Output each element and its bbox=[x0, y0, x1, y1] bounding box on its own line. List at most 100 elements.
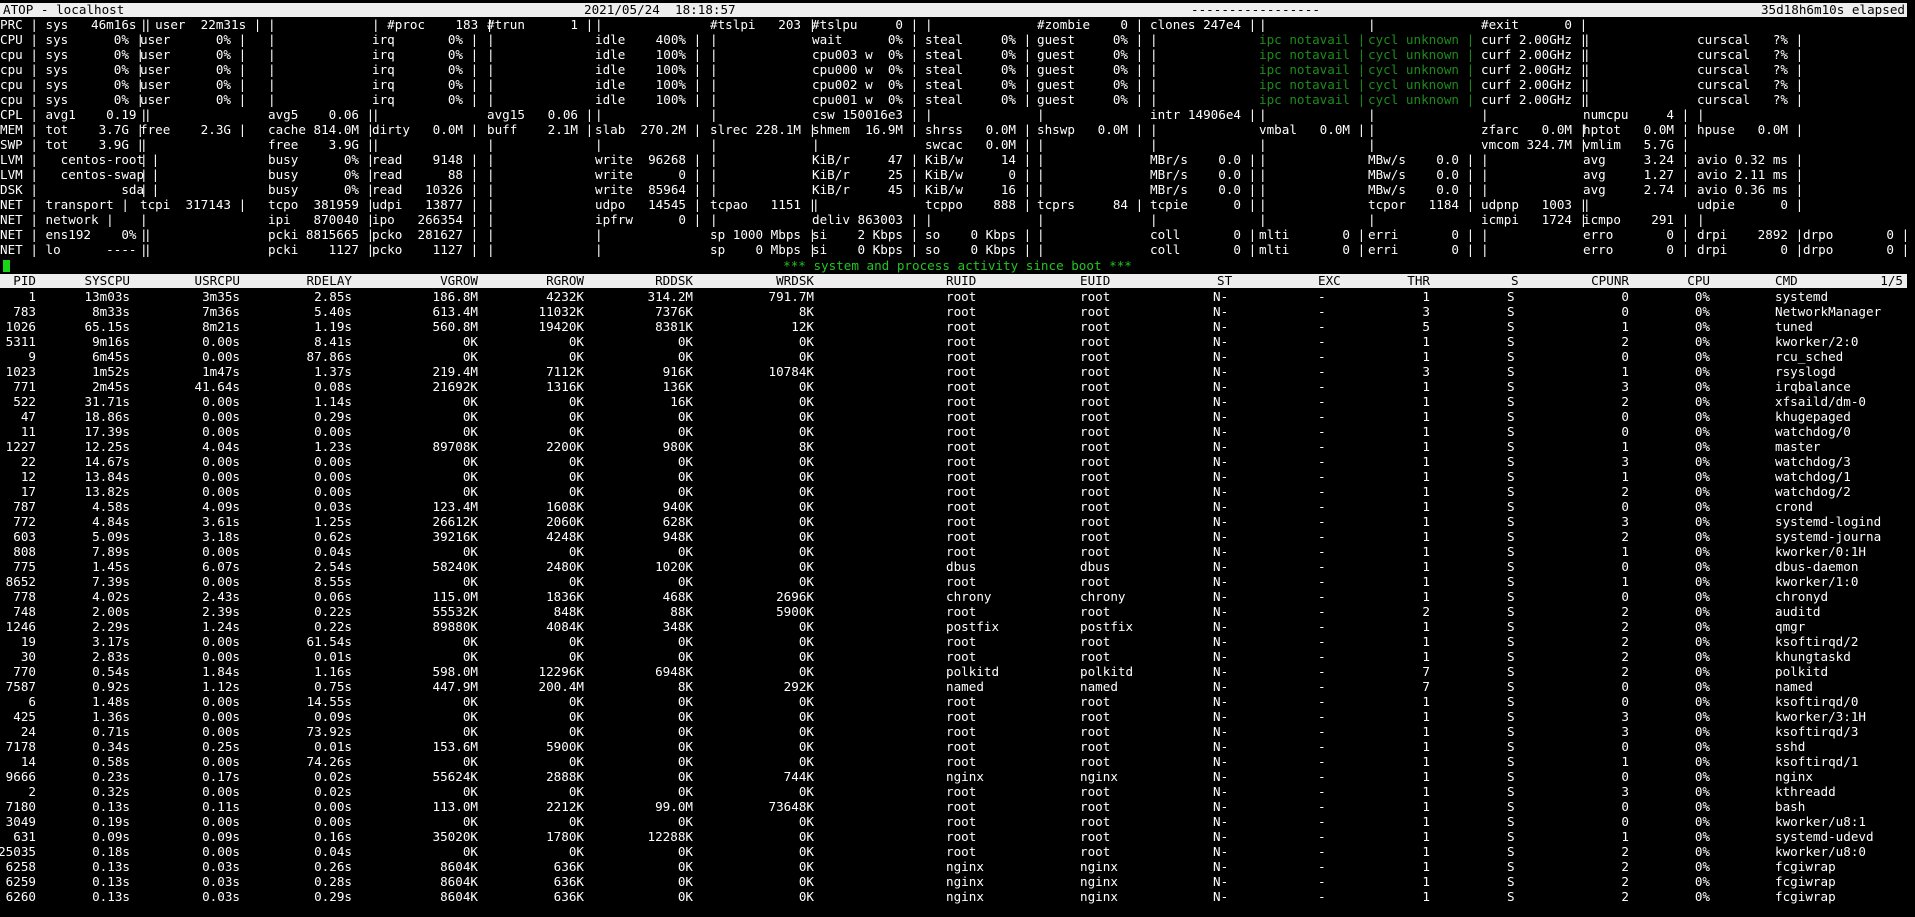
cell-ruid: nginx bbox=[946, 874, 984, 889]
cell-wrdsk: 0K bbox=[798, 574, 814, 589]
cell-rgrow: 636K bbox=[553, 859, 584, 874]
stat-row: cpu | sys 0% | user 0% | | irq 0% | | idle 10… bbox=[0, 77, 1915, 92]
cell-rddsk: 0K bbox=[677, 484, 693, 499]
cell-ruid: root bbox=[946, 754, 977, 769]
cell-euid: chrony bbox=[1080, 589, 1126, 604]
stat-cell: | bbox=[1259, 212, 1267, 227]
cell-euid: root bbox=[1080, 799, 1111, 814]
cell-cpu: 0% bbox=[1694, 829, 1710, 844]
stat-cell: guest 0% | bbox=[1037, 62, 1144, 77]
stat-cell: ipc notavail | bbox=[1259, 92, 1366, 107]
cell-rdelay: 0.29s bbox=[314, 889, 352, 904]
cell-euid: nginx bbox=[1080, 874, 1118, 889]
cell-wrdsk: 0K bbox=[798, 334, 814, 349]
cell-ruid: root bbox=[946, 724, 977, 739]
stat-cell: | bbox=[140, 167, 148, 182]
cell-euid: root bbox=[1080, 514, 1111, 529]
stat-cell: | bbox=[487, 197, 495, 212]
table-row: 5311 9m16s 0.00s 8.41s 0K 0K 0K 0K root root N- -1 S… bbox=[0, 334, 1915, 349]
cell-cpu: 0% bbox=[1694, 529, 1710, 544]
cell-st: N- bbox=[1213, 409, 1229, 424]
cell-wrdsk: 0K bbox=[798, 379, 814, 394]
stat-cell: | bbox=[1150, 122, 1158, 137]
table-row: 9 6m45s 0.00s 87.86s 0K 0K 0K 0K root root N- -1 S 0 0… bbox=[0, 349, 1915, 364]
cell-syscpu: 7.89s bbox=[92, 544, 130, 559]
cell-wrdsk: 0K bbox=[798, 634, 814, 649]
elapsed-time: 35d18h6m10s elapsed bbox=[1760, 2, 1905, 17]
cell-cmd: qmgr bbox=[1775, 619, 1806, 634]
cell-rgrow: 1316K bbox=[546, 379, 584, 394]
cell-st: N- bbox=[1213, 484, 1229, 499]
cell-vgrow: 186.8M bbox=[432, 289, 479, 304]
cell-ruid: root bbox=[946, 634, 977, 649]
cell-st: N- bbox=[1213, 604, 1229, 619]
stat-cell: avg5 0.06 | bbox=[268, 107, 375, 122]
stat-cell: | bbox=[140, 212, 148, 227]
cell-st: N- bbox=[1213, 574, 1229, 589]
stat-cell: | bbox=[487, 77, 495, 92]
cell-syscpu: 1m52s bbox=[92, 364, 130, 379]
stat-cell: icmpi 1724 | bbox=[1481, 212, 1588, 227]
cell-rddsk: 940K bbox=[662, 499, 693, 514]
stat-cell: udpo 14545 | bbox=[595, 197, 702, 212]
stat-cell: | bbox=[1259, 197, 1267, 212]
cell-ruid: root bbox=[946, 739, 977, 754]
cell-rddsk: 1020K bbox=[655, 559, 693, 574]
cell-usrcpu: 0.00s bbox=[202, 724, 240, 739]
cell-rdelay: 0.06s bbox=[314, 589, 352, 604]
stat-cell: | bbox=[268, 17, 276, 32]
stat-cell: cpu | sys 0% | bbox=[0, 92, 145, 107]
stat-cell: irq 0% | bbox=[372, 92, 479, 107]
cell-wrdsk: 791.7M bbox=[768, 289, 815, 304]
cell-rdelay: 0.08s bbox=[314, 379, 352, 394]
cell-euid: root bbox=[1080, 754, 1111, 769]
cell-euid: root bbox=[1080, 634, 1111, 649]
cell-usrcpu: 0.00s bbox=[202, 484, 240, 499]
stat-cell: slab 270.2M | bbox=[595, 122, 702, 137]
stat-row: NET | ens192 0% | | pcki 8815665 | pcko 281… bbox=[0, 227, 1915, 242]
cell-cmd: watchdog/1 bbox=[1775, 469, 1851, 484]
cell-ruid: root bbox=[946, 604, 977, 619]
cell-st: N- bbox=[1213, 754, 1229, 769]
stat-cell: erri 0 | bbox=[1368, 242, 1475, 257]
cell-rdelay: 0.09s bbox=[314, 709, 352, 724]
stat-cell: avio 2.11 ms | bbox=[1697, 167, 1804, 182]
stat-cell: | bbox=[1481, 167, 1489, 182]
cell-syscpu: 0.23s bbox=[92, 769, 130, 784]
stat-cell: | bbox=[1259, 137, 1267, 152]
cell-st: N- bbox=[1213, 724, 1229, 739]
cell-rgrow: 0K bbox=[568, 574, 584, 589]
stat-cell: ipc notavail | bbox=[1259, 77, 1366, 92]
cell-st: N- bbox=[1213, 334, 1229, 349]
stat-cell: coll 0 | bbox=[1150, 227, 1257, 242]
cell-rgrow: 0K bbox=[568, 649, 584, 664]
cell-cmd: master bbox=[1775, 439, 1821, 454]
cell-cpu: 0% bbox=[1694, 559, 1710, 574]
cell-euid: root bbox=[1080, 394, 1111, 409]
cell-rgrow: 11032K bbox=[538, 304, 585, 319]
cell-wrdsk: 73648K bbox=[768, 799, 815, 814]
cell-euid: root bbox=[1080, 709, 1111, 724]
cell-cmd: kworker/1:0 bbox=[1775, 574, 1859, 589]
cell-usrcpu: 2.39s bbox=[202, 604, 240, 619]
stat-cell: CPU | sys 0% | bbox=[0, 32, 145, 47]
cell-ruid: root bbox=[946, 379, 977, 394]
cell-rdelay: 1.25s bbox=[314, 514, 352, 529]
cell-rddsk: 948K bbox=[662, 529, 693, 544]
stat-cell: guest 0% | bbox=[1037, 47, 1144, 62]
stat-cell: NET | ens192 0% | bbox=[0, 227, 152, 242]
cell-wrdsk: 2696K bbox=[776, 589, 814, 604]
cell-rdelay: 0.16s bbox=[314, 829, 352, 844]
cell-ruid: root bbox=[946, 649, 977, 664]
cell-thr: 1 bbox=[1422, 469, 1430, 484]
cell-rdelay: 8.41s bbox=[314, 334, 352, 349]
cell-euid: nginx bbox=[1080, 769, 1118, 784]
stat-cell: | bbox=[372, 137, 380, 152]
cell-st: N- bbox=[1213, 424, 1229, 439]
stat-cell: user 0% | bbox=[140, 62, 247, 77]
stat-cell: | bbox=[710, 137, 718, 152]
cell-cpu: 0% bbox=[1694, 799, 1710, 814]
cell-vgrow: 598.0M bbox=[432, 664, 479, 679]
cell-vgrow: 0K bbox=[462, 709, 478, 724]
cell-rdelay: 0.00s bbox=[314, 454, 352, 469]
